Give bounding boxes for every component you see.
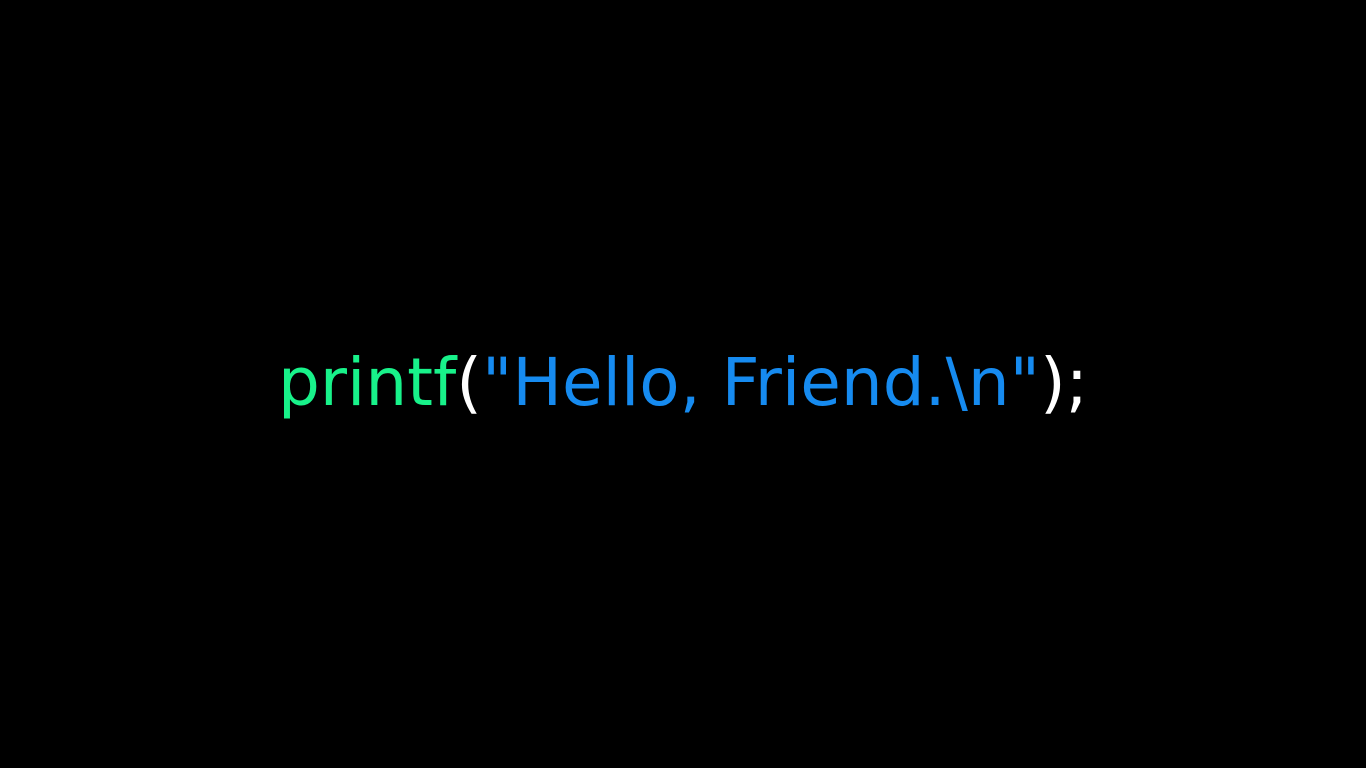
open-paren: (	[456, 344, 483, 421]
wallpaper-screen: printf("Hello, Friend.\n");	[0, 0, 1366, 768]
string-literal: "Hello, Friend.\n"	[482, 344, 1041, 421]
code-line: printf("Hello, Friend.\n");	[0, 340, 1366, 426]
close-paren-semicolon: );	[1040, 344, 1089, 421]
function-name: printf	[277, 344, 457, 421]
